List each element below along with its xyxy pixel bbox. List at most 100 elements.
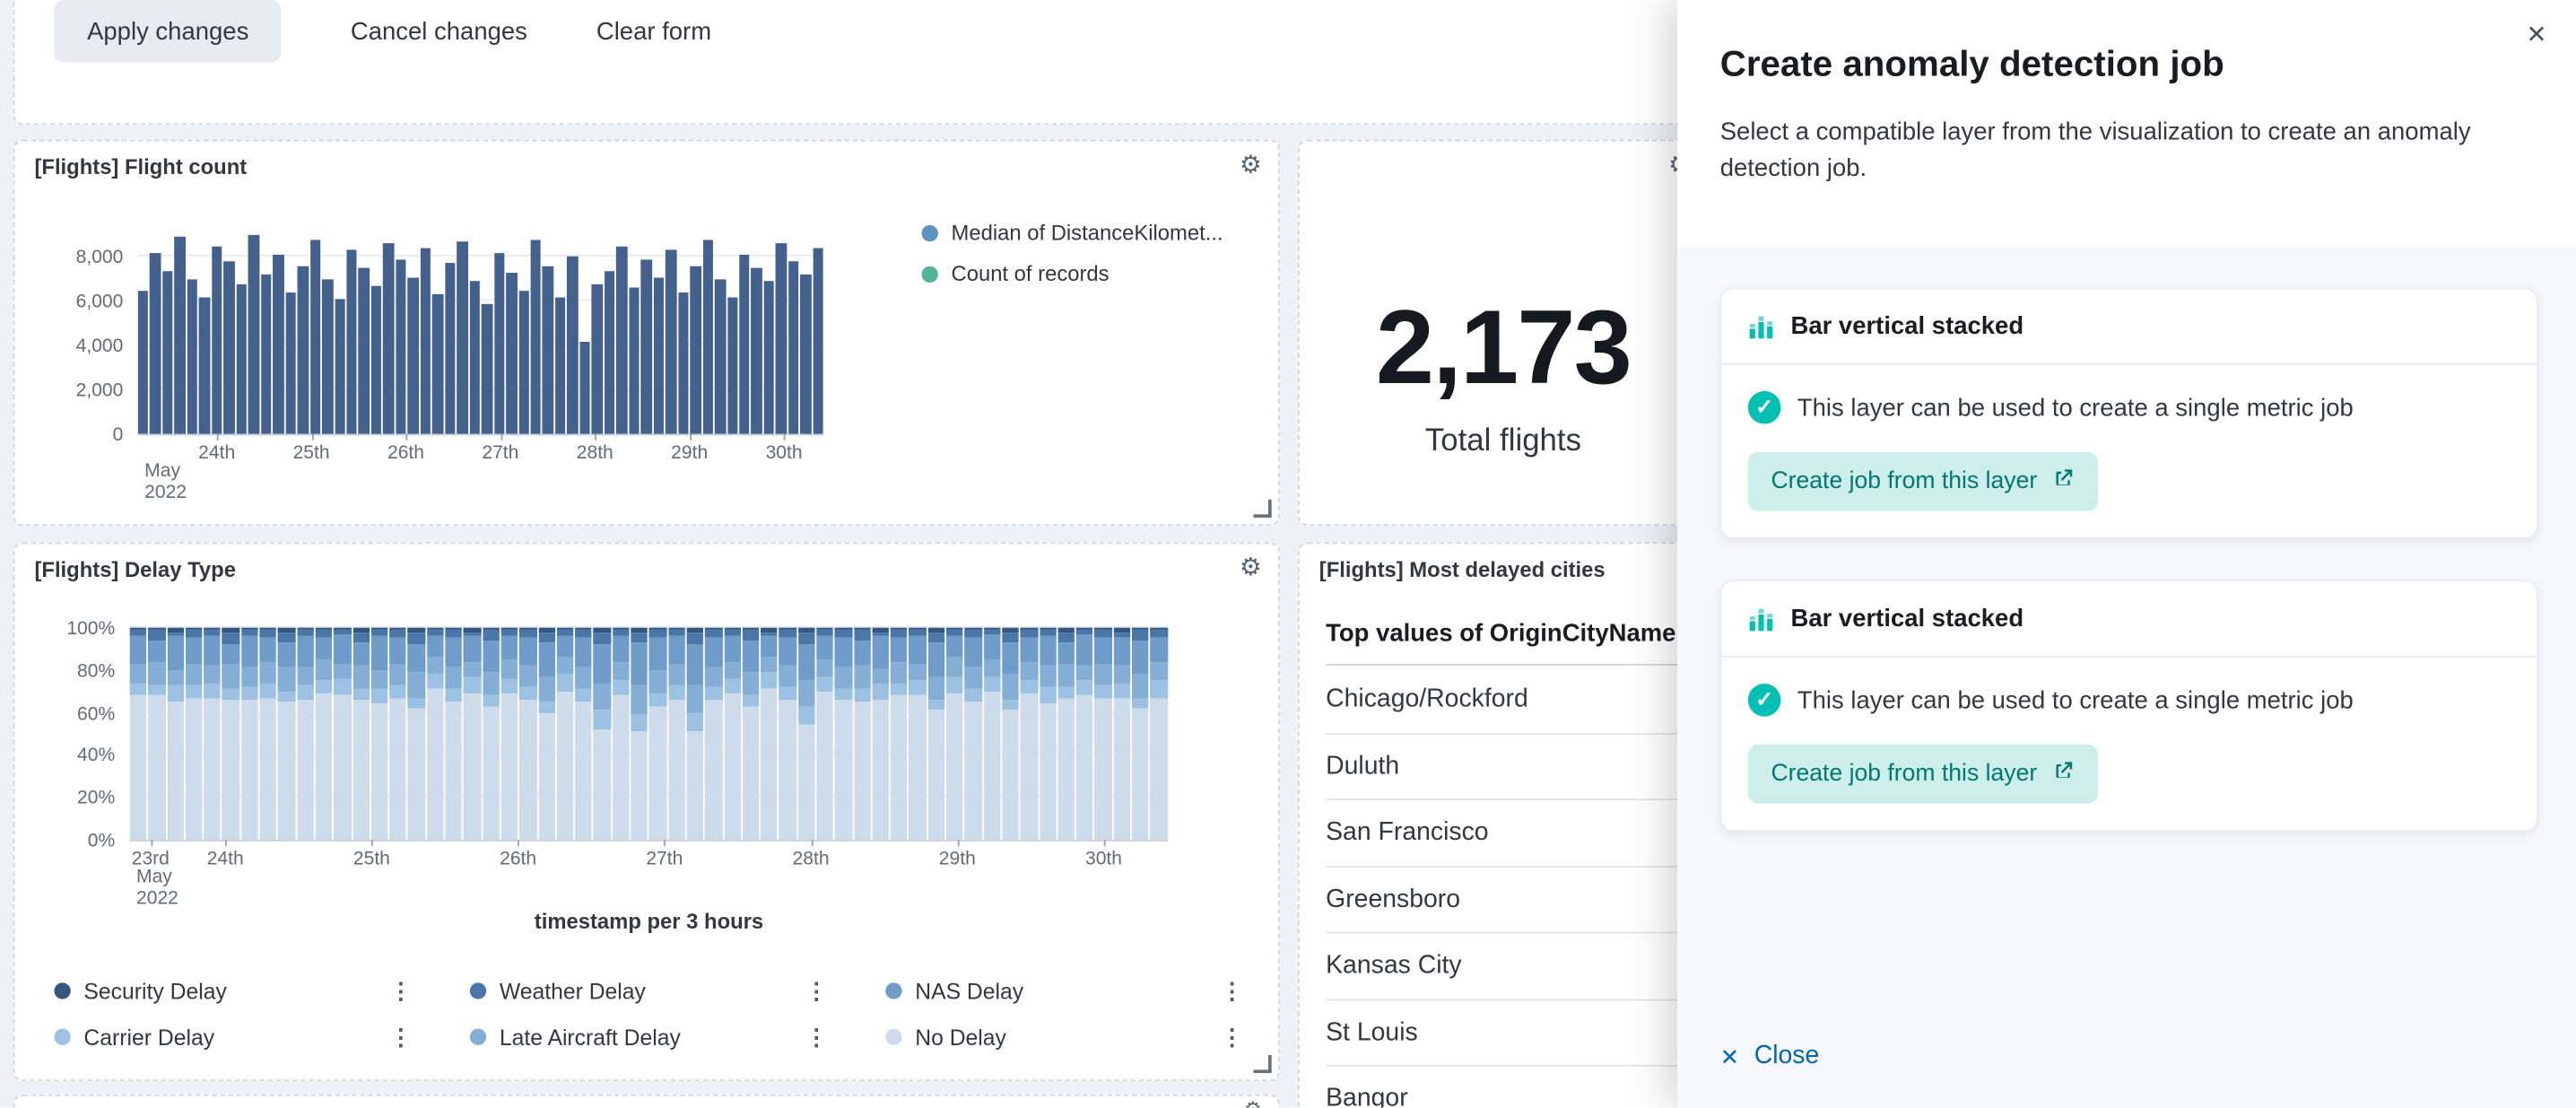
stacked-bar [389,628,406,840]
legend-item[interactable]: Weather Delay ⋮ [470,977,828,1005]
stacked-bar [1132,628,1149,840]
bar [629,288,640,433]
x-axis-label: 24th [198,444,235,464]
create-job-button[interactable]: Create job from this layer [1748,452,2098,511]
stacked-bar [835,628,852,840]
stacked-bar [297,628,314,840]
month-label: May2022 [144,462,187,505]
y-axis-label: 100% [66,620,129,640]
stacked-bar [316,628,333,840]
close-flyout-link[interactable]: ✕ Close [1720,1042,2538,1071]
y-axis-label: 6,000 [76,293,138,313]
stacked-bar [167,628,184,840]
bar [469,282,480,434]
bar [248,235,259,434]
legend-label: No Delay [915,1025,1207,1049]
legend-label: NAS Delay [915,979,1207,1003]
bar [445,264,456,434]
stacked-bar [538,628,555,840]
bar [346,250,357,433]
stacked-bar [1095,628,1112,840]
bar [764,282,775,434]
stacked-bar [909,628,927,840]
legend-color-dot [54,1029,70,1045]
bar [666,250,676,433]
compatibility-row: ✓ This layer can be used to create a sing… [1748,684,2511,717]
check-circle-icon: ✓ [1748,391,1781,424]
legend-item[interactable]: Late Aircraft Delay⋮ [470,1023,828,1051]
bar-vertical-stacked-icon [1748,606,1774,632]
x-axis-label: 23rd [132,850,170,869]
bar [678,292,689,434]
create-anomaly-job-flyout: ✕ Create anomaly detection job Select a … [1677,0,2576,1108]
legend-color-dot [922,224,938,240]
x-axis-label: 29th [939,850,976,869]
stacked-bar [204,628,221,840]
table-row: Greensboro [1326,867,1681,933]
legend-actions-icon[interactable]: ⋮ [805,977,828,1005]
legend-actions-icon[interactable]: ⋮ [1221,1023,1244,1051]
cancel-changes-button[interactable]: Cancel changes [351,17,527,45]
legend-actions-icon[interactable]: ⋮ [805,1023,828,1051]
legend-actions-icon[interactable]: ⋮ [389,1023,413,1051]
legend-label: Weather Delay [500,979,792,1003]
layer-card-body: ✓This layer can be used to create a sing… [1722,365,2537,537]
panel-settings-gear-icon[interactable]: ⚙ [1244,1099,1262,1107]
bar [298,266,309,433]
stacked-bar [1002,628,1019,840]
check-circle-icon: ✓ [1748,684,1781,717]
legend-item[interactable]: Median of DistanceKilomet... [922,220,1223,244]
bar [285,292,296,434]
table-column-header[interactable]: Top values of OriginCityName [1326,620,1681,666]
legend-item[interactable]: Security Delay⋮ [54,977,412,1005]
bar [309,240,320,434]
cities-table: Chicago/RockfordDuluthSan FranciscoGreen… [1326,667,1681,1108]
panel-settings-gear-icon[interactable]: ⚙ [1240,153,1262,177]
stacked-bar [724,628,741,840]
legend-item[interactable]: NAS Delay ⋮ [885,977,1243,1005]
panel-resize-handle[interactable] [1254,1055,1272,1073]
bar [175,237,186,433]
external-link-icon [2052,467,2076,496]
bar [690,266,701,433]
x-axis-label: 29th [671,444,708,464]
compatibility-message: This layer can be used to create a singl… [1797,686,2354,714]
bar [236,284,247,433]
most-delayed-cities-panel: [Flights] Most delayed cities Top values… [1298,542,1709,1107]
stacked-bar [1151,628,1168,840]
y-axis-label: 8,000 [76,249,138,268]
panel-resize-handle[interactable] [1254,500,1272,518]
bar [359,268,370,434]
stacked-bar [779,628,796,840]
close-icon: ✕ [1720,1043,1739,1070]
bar [605,270,615,433]
bar [702,240,713,434]
stacked-bar [148,628,165,840]
stacked-bar [501,628,518,840]
stacked-bar [816,628,833,840]
stacked-bar [1113,628,1130,840]
create-job-button[interactable]: Create job from this layer [1748,745,2098,804]
clear-form-button[interactable]: Clear form [596,17,711,45]
legend-color-dot [470,982,486,999]
stacked-bar [557,628,574,840]
x-axis-tick [500,434,502,441]
apply-changes-button[interactable]: Apply changes [54,0,282,63]
legend-actions-icon[interactable]: ⋮ [1221,977,1244,1005]
legend-actions-icon[interactable]: ⋮ [389,977,413,1005]
legend-item[interactable]: Carrier Delay ⋮ [54,1023,412,1051]
delay-type-legend: Security Delay⋮Carrier Delay⋮Weather Del… [54,968,1243,1060]
x-axis-label: 25th [293,444,330,464]
panel-settings-gear-icon[interactable]: ⚙ [1240,555,1262,580]
stacked-bar [854,628,871,840]
x-axis-tick [371,840,373,846]
form-button-row: Apply changes Cancel changes Clear form [54,0,711,63]
legend-item[interactable]: Count of records [922,261,1223,285]
bar [715,279,726,433]
x-axis-label: 27th [482,444,518,464]
legend-item[interactable]: No Delay ⋮ [885,1023,1243,1051]
month-label: May2022 [136,868,178,911]
legend-label: Carrier Delay [83,1025,376,1049]
close-icon[interactable]: ✕ [2517,16,2556,56]
layer-card: Bar vertical stacked✓This layer can be u… [1720,288,2538,539]
